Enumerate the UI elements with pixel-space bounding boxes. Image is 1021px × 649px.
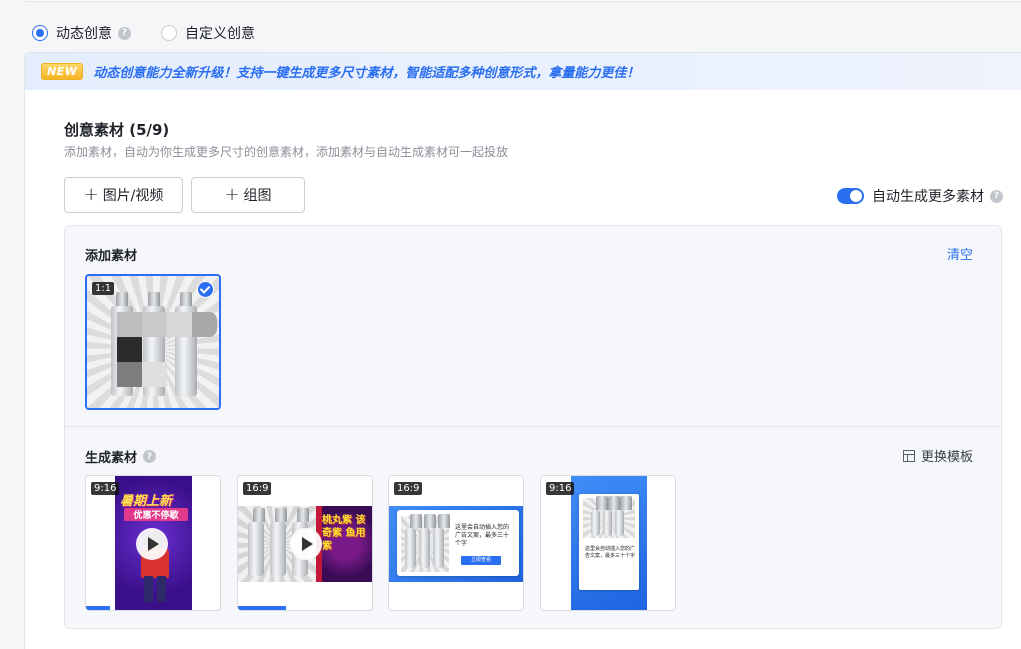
- replace-template-button[interactable]: 更换模板: [902, 446, 973, 465]
- template-icon: [902, 449, 915, 462]
- ratio-badge: 9:16: [91, 482, 120, 495]
- dynamic-creative-label[interactable]: 动态创意: [56, 23, 112, 43]
- add-group-button[interactable]: + 组图: [191, 177, 305, 213]
- ad-copy-placeholder: 这里会自动插入您的广告文案，最多三十个字: [585, 546, 636, 559]
- promo-headline: 暑期上新: [120, 494, 173, 509]
- upgrade-banner: NEW 动态创意能力全新升级！支持一键生成更多尺寸素材，智能适配多种创意形式，拿…: [25, 53, 1021, 90]
- section-title: 创意素材 (5/9): [64, 121, 170, 139]
- help-icon[interactable]: ?: [990, 189, 1003, 203]
- generated-material-thumb[interactable]: 桃丸紫 该奇紫 鱼用紫 16:9: [237, 475, 373, 611]
- promo-tagline: 桃丸紫 该奇紫 鱼用紫: [322, 515, 366, 552]
- auto-generate-label: 自动生成更多素材: [872, 189, 984, 205]
- plus-icon: +: [83, 184, 99, 205]
- promo-subline: 优惠不停歇: [124, 508, 188, 521]
- video-progress-bar: [238, 606, 286, 610]
- play-icon[interactable]: [290, 528, 322, 560]
- generated-materials-title: 生成素材 ?: [85, 447, 157, 466]
- ad-copy-placeholder: 这里会自动插入您的广告文案，最多三十个字: [455, 524, 510, 547]
- generated-material-thumb[interactable]: 这里会自动插入您的广告文案，最多三十个字 立即查看 16:9: [388, 475, 524, 611]
- help-icon[interactable]: ?: [118, 26, 131, 40]
- add-group-label: 组图: [243, 188, 272, 204]
- materials-panel: 添加素材 清空 1:1 生成素材 ? 更换模板 9:16 暑期上新 优惠不停歇 …: [64, 225, 1002, 629]
- video-progress-bar: [86, 606, 110, 610]
- ratio-badge: 1:1: [92, 282, 115, 295]
- creative-card: NEW 动态创意能力全新升级！支持一键生成更多尺寸素材，智能适配多种创意形式，拿…: [24, 52, 1021, 649]
- new-badge: NEW: [41, 63, 84, 80]
- ratio-badge: 16:9: [394, 482, 423, 495]
- generated-material-thumb[interactable]: 这里会自动插入您的广告文案，最多三十个字 9:16: [540, 475, 676, 611]
- selected-check-icon[interactable]: [197, 281, 214, 298]
- custom-creative-label[interactable]: 自定义创意: [185, 23, 255, 43]
- previous-card-edge: [24, 0, 1021, 2]
- cta-button: 立即查看: [461, 556, 501, 565]
- creative-mode-group: 动态创意 ? 自定义创意: [32, 22, 255, 44]
- generated-material-thumb[interactable]: 9:16 暑期上新 优惠不停歇: [85, 475, 221, 611]
- plus-icon: +: [224, 184, 240, 205]
- clear-link[interactable]: 清空: [947, 244, 973, 263]
- play-icon[interactable]: [136, 528, 168, 560]
- section-description: 添加素材，自动为你生成更多尺寸的创意素材，添加素材与自动生成素材可一起投放: [64, 145, 509, 159]
- generated-title-text: 生成素材: [85, 451, 138, 466]
- auto-generate-setting: 自动生成更多素材 ?: [837, 186, 1003, 206]
- added-materials-title: 添加素材: [85, 249, 138, 264]
- replace-template-label: 更换模板: [920, 450, 973, 465]
- help-icon[interactable]: ?: [143, 450, 157, 463]
- add-media-button[interactable]: + 图片/视频: [64, 177, 183, 213]
- added-material-thumb[interactable]: 1:1: [85, 274, 221, 410]
- ratio-badge: 16:9: [243, 482, 272, 495]
- panel-divider: [65, 426, 1001, 427]
- radio-dynamic-creative[interactable]: [32, 25, 48, 41]
- ratio-badge: 9:16: [546, 482, 575, 495]
- add-media-label: 图片/视频: [102, 188, 164, 204]
- radio-custom-creative[interactable]: [161, 25, 177, 41]
- banner-text: 动态创意能力全新升级！支持一键生成更多尺寸素材，智能适配多种创意形式，拿量能力更…: [93, 66, 640, 81]
- auto-generate-toggle[interactable]: [837, 188, 864, 204]
